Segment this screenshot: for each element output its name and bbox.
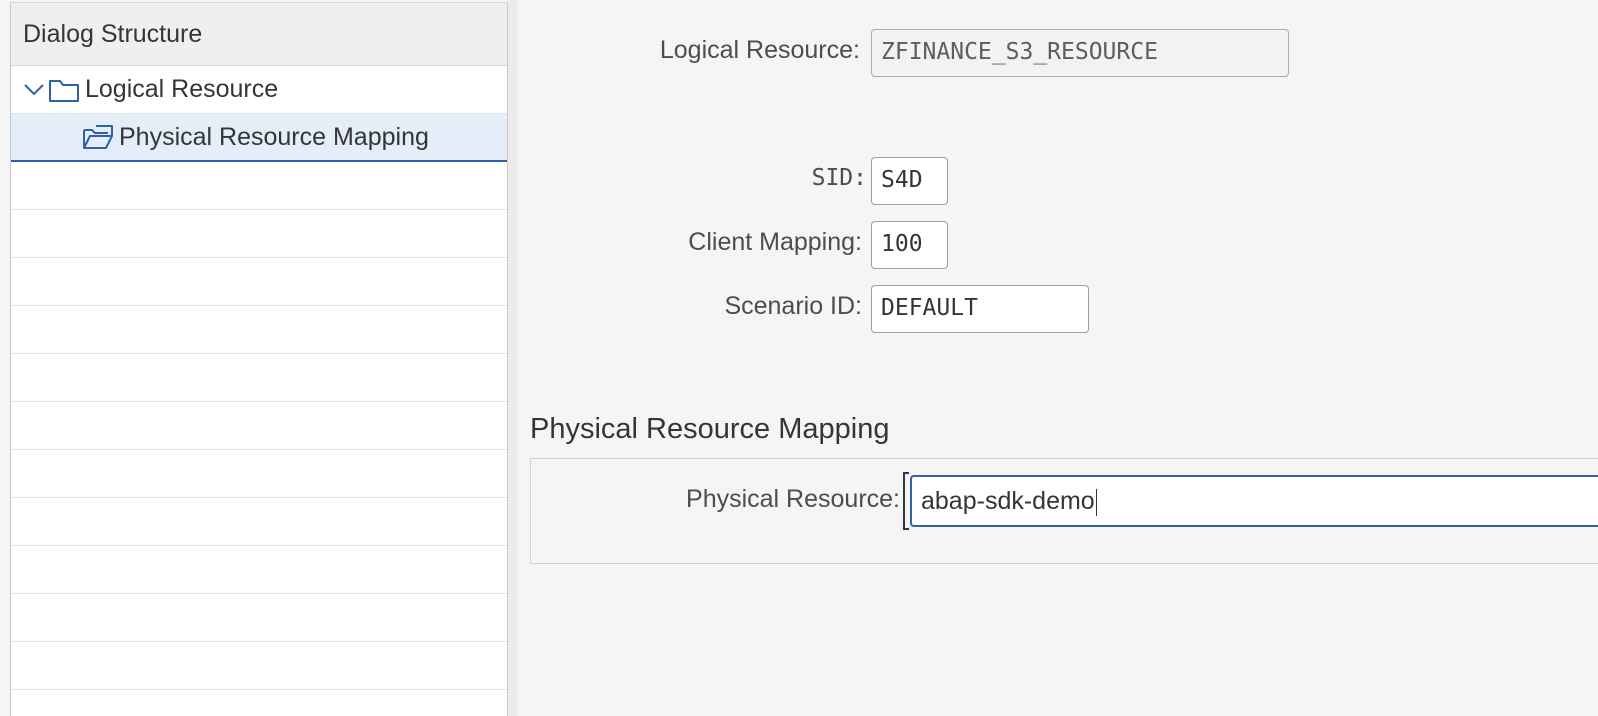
client-mapping-label: Client Mapping:: [688, 228, 862, 256]
scenario-id-label: Scenario ID:: [724, 292, 862, 320]
panel-splitter[interactable]: [508, 0, 518, 716]
dialog-structure-title: Dialog Structure: [11, 3, 507, 66]
tree-empty-row: [11, 450, 507, 498]
client-mapping-field[interactable]: 100: [871, 221, 948, 269]
tree-empty-row: [11, 162, 507, 210]
physical-resource-field[interactable]: abap-sdk-demo: [910, 475, 1598, 527]
folder-closed-icon: [47, 76, 81, 104]
tree-empty-row: [11, 258, 507, 306]
tree-node-label: Physical Resource Mapping: [119, 122, 429, 151]
focus-indicator: [903, 472, 909, 530]
tree-empty-row: [11, 498, 507, 546]
tree-empty-row: [11, 642, 507, 690]
tree-empty-row: [11, 546, 507, 594]
section-title: Physical Resource Mapping: [530, 413, 890, 445]
logical-resource-label: Logical Resource:: [659, 36, 860, 64]
tree-empty-row: [11, 594, 507, 642]
tree-empty-row: [11, 354, 507, 402]
sid-field[interactable]: S4D: [871, 157, 948, 205]
sap-maintenance-view: Dialog Structure Logical Resource Physic…: [0, 0, 1598, 716]
folder-open-icon: [81, 123, 115, 151]
tree-node-physical-resource-mapping[interactable]: Physical Resource Mapping: [11, 114, 507, 162]
tree-node-logical-resource[interactable]: Logical Resource: [11, 66, 507, 114]
tree-empty-row: [11, 690, 507, 716]
tree-empty-row: [11, 402, 507, 450]
text-caret: [1095, 488, 1098, 516]
tree-empty-row: [11, 306, 507, 354]
dialog-structure-panel: Dialog Structure Logical Resource Physic…: [10, 2, 508, 716]
tree-node-label: Logical Resource: [85, 75, 279, 103]
tree-empty-row: [11, 210, 507, 258]
sid-label: SID:: [811, 165, 867, 191]
physical-resource-value: abap-sdk-demo: [921, 487, 1095, 515]
logical-resource-field[interactable]: ZFINANCE_S3_RESOURCE: [871, 29, 1289, 77]
scenario-id-field[interactable]: DEFAULT: [871, 285, 1089, 333]
physical-resource-label: Physical Resource:: [686, 485, 900, 513]
chevron-down-icon[interactable]: [23, 79, 45, 101]
